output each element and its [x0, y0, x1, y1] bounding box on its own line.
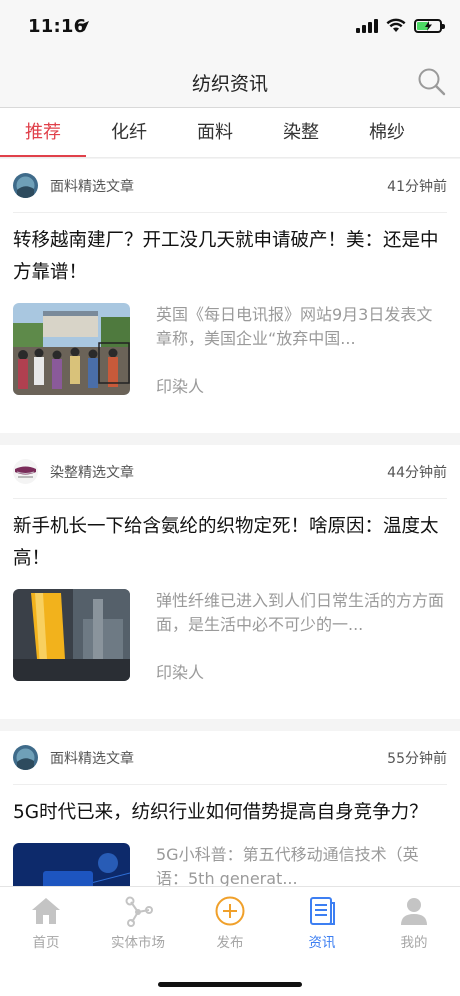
article-title[interactable]: 转移越南建厂？开工没几天就申请破产！美：还是中方靠谱！ — [13, 213, 447, 303]
bottom-tab-bar: 首页 实体市场 发布 资讯 我的 — [0, 886, 460, 996]
article-time: 41分钟前 — [387, 178, 447, 195]
article-body: 5G小科普：第五代移动通信技术（英语：5th generat... — [13, 843, 447, 886]
news-document-icon — [310, 897, 335, 925]
navigation-header: 纺织资讯 — [0, 56, 460, 108]
article-summary: 5G小科普：第五代移动通信技术（英语：5th generat... — [156, 845, 419, 886]
article-source: 面料精选文章 — [50, 178, 134, 195]
article-thumbnail[interactable] — [13, 843, 130, 886]
home-indicator — [158, 982, 302, 987]
article-thumbnail[interactable] — [13, 589, 130, 681]
article-title[interactable]: 新手机长一下给含氨纶的织物定死！啥原因：温度太高！ — [13, 499, 447, 589]
article-summary: 英国《每日电讯报》网站9月3日发表文章称，美国企业“放弃中国... — [156, 305, 433, 348]
cellular-signal-icon — [356, 18, 378, 33]
tab-market[interactable]: 实体市场 — [92, 887, 184, 953]
tab-news[interactable]: 资讯 — [276, 887, 368, 953]
tab-chemical-fiber[interactable]: 化纤 — [86, 108, 172, 157]
article-card[interactable]: 面料精选文章 41分钟前 转移越南建厂？开工没几天就申请破产！美：还是中方靠谱！ — [0, 159, 460, 433]
location-arrow-icon — [79, 21, 89, 31]
article-header: 面料精选文章 55分钟前 — [13, 731, 447, 785]
source-avatar — [13, 173, 38, 198]
article-source: 面料精选文章 — [50, 750, 134, 767]
article-title[interactable]: 5G时代已来，纺织行业如何借势提高自身竞争力？ — [13, 785, 447, 843]
tab-label: 首页 — [32, 935, 60, 951]
article-body: 弹性纤维已进入到人们日常生活的方方面面，是生活中必不可少的一... 印染人 — [13, 589, 447, 719]
tab-publish[interactable]: 发布 — [184, 887, 276, 953]
status-bar: 11:16 — [0, 0, 460, 56]
article-time: 55分钟前 — [387, 750, 447, 767]
tab-partial-more[interactable]: 互 — [430, 108, 460, 157]
tab-label: 发布 — [216, 935, 244, 951]
article-thumbnail[interactable] — [13, 303, 130, 395]
tab-label: 实体市场 — [111, 935, 165, 951]
tab-dyeing[interactable]: 染整 — [258, 108, 344, 157]
article-feed[interactable]: 面料精选文章 41分钟前 转移越南建厂？开工没几天就申请破产！美：还是中方靠谱！ — [0, 159, 460, 886]
article-body: 英国《每日电讯报》网站9月3日发表文章称，美国企业“放弃中国... 印染人 — [13, 303, 447, 433]
page-title: 纺织资讯 — [191, 73, 268, 95]
tab-recommended[interactable]: 推荐 — [0, 108, 86, 157]
tab-label: 我的 — [400, 935, 428, 951]
tab-fabric[interactable]: 面料 — [172, 108, 258, 157]
search-icon[interactable] — [416, 66, 448, 98]
article-publisher: 印染人 — [156, 663, 205, 682]
tab-profile[interactable]: 我的 — [368, 887, 460, 953]
article-source: 染整精选文章 — [50, 464, 134, 481]
article-summary: 弹性纤维已进入到人们日常生活的方方面面，是生活中必不可少的一... — [156, 591, 445, 634]
battery-charging-icon — [414, 18, 445, 33]
user-icon — [401, 898, 427, 925]
home-icon — [32, 898, 60, 924]
add-circle-icon — [215, 896, 245, 926]
source-avatar — [13, 459, 38, 484]
article-header: 面料精选文章 41分钟前 — [13, 159, 447, 213]
tab-cotton-yarn[interactable]: 棉纱 — [344, 108, 430, 157]
article-card[interactable]: 面料精选文章 55分钟前 5G时代已来，纺织行业如何借势提高自身竞争力？ 5G小… — [0, 731, 460, 886]
category-tabs: 推荐 化纤 面料 染整 棉纱 互 — [0, 108, 460, 158]
article-header: 染整精选文章 44分钟前 — [13, 445, 447, 499]
network-nodes-icon — [125, 896, 153, 927]
article-card[interactable]: 染整精选文章 44分钟前 新手机长一下给含氨纶的织物定死！啥原因：温度太高！ 弹… — [0, 445, 460, 719]
wifi-icon — [386, 18, 406, 32]
tab-label: 资讯 — [308, 935, 336, 951]
source-avatar — [13, 745, 38, 770]
tab-home[interactable]: 首页 — [0, 887, 92, 953]
status-icons — [356, 18, 445, 33]
article-time: 44分钟前 — [387, 464, 447, 481]
article-publisher: 印染人 — [156, 377, 205, 396]
